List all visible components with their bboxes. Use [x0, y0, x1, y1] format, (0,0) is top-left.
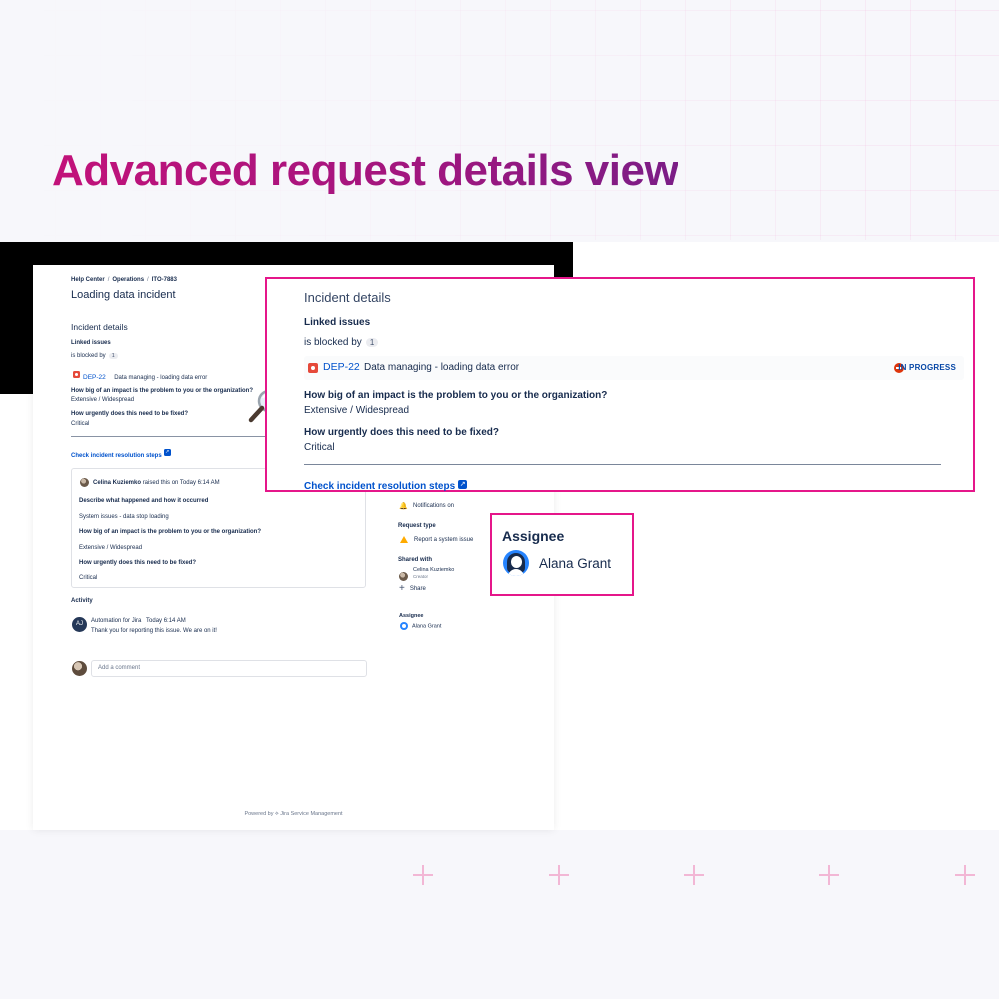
status-badge: IN PROGRESS: [898, 363, 956, 372]
zoom-issue-summary: Data managing - loading data error: [364, 362, 520, 373]
plus-decoration: [819, 865, 839, 885]
zoom-impact-question: How big of an impact is the problem to y…: [304, 390, 608, 401]
request-type-label: Request type: [398, 523, 436, 529]
request-header: Celina Kuziemko raised this on Today 6:1…: [80, 478, 220, 487]
linked-issue-row[interactable]: DEP-22 Data managing - loading data erro…: [73, 366, 207, 384]
avatar-icon: [72, 661, 87, 676]
linked-issues-label: Linked issues: [71, 340, 111, 346]
assignee-callout-title: Assignee: [502, 528, 565, 544]
issue-summary: Data managing - loading data error: [114, 375, 208, 381]
avatar-icon: [503, 550, 529, 576]
shared-with-label: Shared with: [398, 557, 433, 563]
page-title: Loading data incident: [71, 289, 176, 301]
powered-by-text: Powered by: [244, 811, 274, 817]
shared-user-role: Creator: [413, 574, 429, 579]
resolution-link[interactable]: Check incident resolution steps↗: [71, 444, 171, 462]
notifications-toggle[interactable]: Notifications on: [413, 503, 454, 509]
avatar-icon: [400, 622, 408, 630]
zoom-resolution-link[interactable]: Check incident resolution steps ↗: [304, 476, 468, 494]
assignee-value: Alana Grant: [400, 622, 441, 630]
plus-decoration: [549, 865, 569, 885]
activity-title: Activity: [71, 598, 93, 604]
section-title: Incident details: [71, 322, 128, 332]
breadcrumb-help-center[interactable]: Help Center: [71, 277, 105, 283]
hero-title: Advanced request details view: [52, 146, 679, 195]
request-type-value: Report a system issue: [400, 536, 473, 543]
jira-logo-icon: ⟡: [275, 811, 279, 817]
resolution-link-label[interactable]: Check incident resolution steps: [71, 453, 162, 459]
avatar-icon: [399, 572, 408, 582]
external-link-icon: ↗: [458, 480, 468, 490]
zoom-blocked-by: is blocked by 1: [304, 337, 379, 348]
assignee-callout: Assignee Alana Grant: [490, 513, 634, 596]
card-urgency-answer: Critical: [79, 575, 98, 581]
card-urgency-question: How urgently does this need to be fixed?: [79, 560, 197, 566]
zoom-resolution-link-label[interactable]: Check incident resolution steps: [304, 481, 455, 492]
plus-decoration: [684, 865, 704, 885]
plus-icon: +: [399, 583, 405, 594]
issue-type-icon: [308, 363, 318, 373]
avatar-icon: [80, 478, 89, 487]
breadcrumb-ticket[interactable]: ITO-7883: [152, 277, 177, 283]
assignee-callout-name[interactable]: Alana Grant: [539, 556, 611, 571]
activity-author: Automation for Jira: [91, 618, 142, 624]
zoom-linked-issues-label: Linked issues: [304, 317, 371, 328]
issue-key[interactable]: DEP-22: [83, 374, 106, 381]
zoom-issue-key[interactable]: DEP-22: [323, 361, 360, 373]
issue-type-icon: [73, 371, 80, 379]
powered-product[interactable]: Jira Service Management: [280, 811, 342, 817]
request-type-text: Report a system issue: [414, 537, 474, 544]
zoom-blocked-by-count: 1: [365, 337, 379, 347]
blocked-by-count: 1: [108, 353, 118, 359]
describe-question: Describe what happened and how it occurr…: [79, 498, 209, 504]
assignee-name: Alana Grant: [412, 623, 442, 630]
card-impact-answer: Extensive / Widespread: [79, 545, 143, 551]
breadcrumb: Help Center / Operations / ITO-7883: [71, 277, 177, 283]
blocked-by-label: is blocked by: [71, 353, 106, 359]
share-button[interactable]: + Share: [399, 583, 426, 594]
share-label: Share: [409, 586, 426, 593]
divider: [304, 464, 941, 465]
plus-decoration: [955, 865, 975, 885]
comment-input[interactable]: Add a comment: [91, 660, 367, 677]
shared-user-name: Celina Kuziemko: [413, 567, 455, 573]
bottom-band: [0, 830, 999, 999]
activity-message: Thank you for reporting this issue. We a…: [91, 628, 217, 634]
warning-icon: [400, 536, 408, 543]
card-impact-question: How big of an impact is the problem to y…: [79, 529, 262, 535]
urgency-question: How urgently does this need to be fixed?: [71, 411, 189, 417]
zoom-blocked-by-label: is blocked by: [304, 337, 362, 348]
external-link-icon: ↗: [163, 449, 171, 457]
background-grid: [0, 0, 999, 240]
incident-details-callout: Incident details Linked issues is blocke…: [265, 277, 975, 492]
automation-avatar: AJ: [72, 617, 87, 632]
bell-icon[interactable]: 🔔: [399, 502, 408, 510]
zoom-section-title: Incident details: [304, 290, 391, 305]
powered-by: Powered by ⟡ Jira Service Management: [33, 811, 554, 818]
blocked-by: is blocked by 1: [71, 353, 118, 359]
assignee-label: Assignee: [399, 613, 424, 619]
urgency-answer: Critical: [71, 421, 90, 427]
impact-answer: Extensive / Widespread: [71, 397, 135, 403]
raised-text: raised this on Today 6:14 AM: [142, 480, 220, 487]
activity-time: Today 6:14 AM: [146, 618, 186, 624]
zoom-urgency-question: How urgently does this need to be fixed?: [304, 427, 500, 438]
describe-answer: System issues - data stop loading: [79, 514, 169, 520]
zoom-linked-issue-row[interactable]: DEP-22 Data managing - loading data erro…: [304, 356, 964, 380]
plus-decoration: [413, 865, 433, 885]
activity-header: Automation for Jira Today 6:14 AM: [91, 618, 186, 624]
impact-question: How big of an impact is the problem to y…: [71, 388, 254, 394]
zoom-impact-answer: Extensive / Widespread: [304, 405, 410, 416]
reporter-name[interactable]: Celina Kuziemko: [93, 480, 141, 486]
zoom-urgency-answer: Critical: [304, 442, 335, 453]
breadcrumb-operations[interactable]: Operations: [112, 277, 144, 283]
